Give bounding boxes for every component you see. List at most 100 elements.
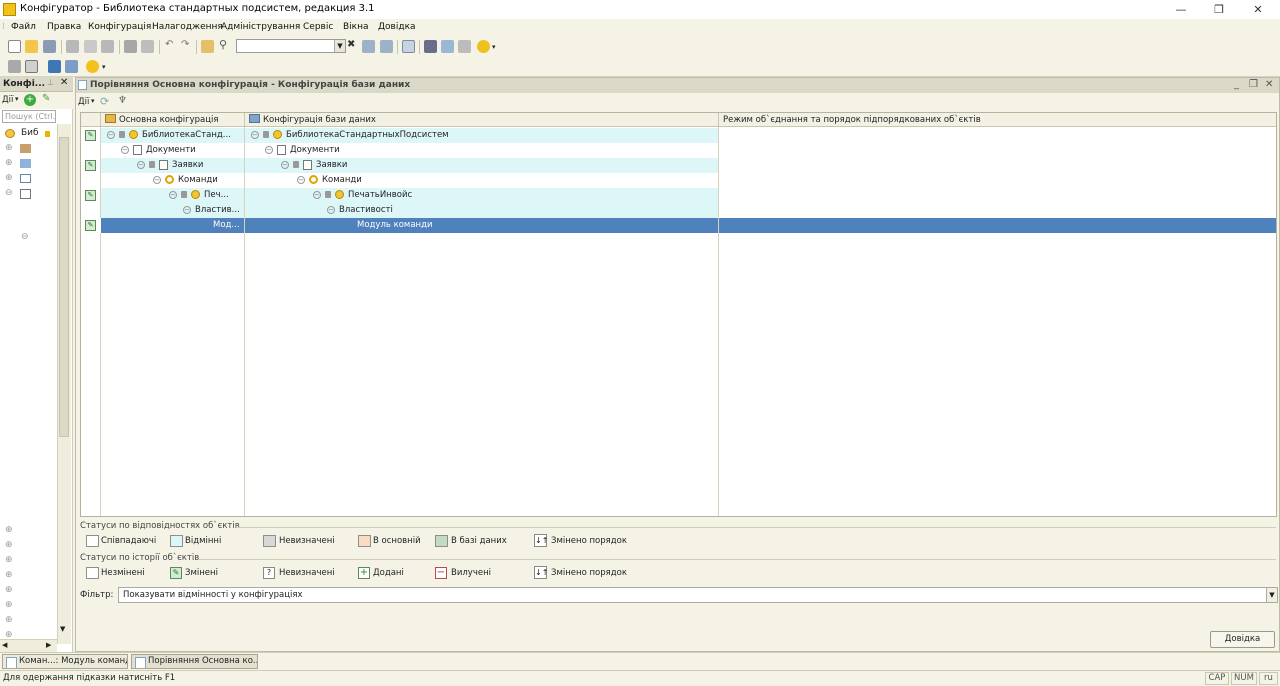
table-row[interactable]: − Властив... − Властивості xyxy=(81,203,1276,218)
save-icon[interactable] xyxy=(43,40,56,53)
chevron-down-icon[interactable]: ▾ xyxy=(102,63,106,71)
menu-debug[interactable]: Налагодження xyxy=(152,22,223,32)
undo-icon[interactable]: ↶ xyxy=(165,39,173,50)
chevron-down-icon[interactable]: ▼ xyxy=(1266,588,1277,602)
expand-icon[interactable]: ⊕ xyxy=(5,143,13,153)
collapse-icon[interactable]: − xyxy=(327,205,335,214)
scroll-left-icon[interactable]: ◀ xyxy=(2,641,7,649)
collapse-icon[interactable]: − xyxy=(107,130,115,139)
syntax-helper-icon[interactable] xyxy=(441,40,454,53)
pin-icon[interactable]: ⊥ xyxy=(47,78,54,87)
menu-edit[interactable]: Правка xyxy=(47,22,81,32)
minimize-button[interactable]: — xyxy=(1163,0,1199,19)
expand-icon[interactable]: ⊕ xyxy=(5,525,13,535)
table-icon[interactable] xyxy=(65,60,78,73)
collapse-icon[interactable]: − xyxy=(281,160,289,169)
chevron-down-icon[interactable]: ▾ xyxy=(15,95,19,103)
expand-icon[interactable]: ⊕ xyxy=(5,540,13,550)
tools-icon[interactable] xyxy=(424,40,437,53)
scrollbar-thumb[interactable] xyxy=(59,137,69,437)
expand-icon[interactable]: ⊕ xyxy=(5,158,13,168)
minimize-icon[interactable]: _ xyxy=(1234,79,1239,90)
help-button[interactable]: Довідка xyxy=(1210,631,1275,648)
menu-administration[interactable]: Адміністрування xyxy=(221,22,300,32)
menu-windows[interactable]: Вікна xyxy=(343,22,369,32)
close-icon[interactable]: ✕ xyxy=(1265,79,1273,90)
panel-actions-button[interactable]: Дії xyxy=(2,95,13,105)
filter-select[interactable]: Показувати відмінності у конфігураціях xyxy=(118,587,1278,603)
database-icon[interactable] xyxy=(48,60,61,73)
table-row-selected[interactable]: ✎ Мод... Модуль команди xyxy=(81,218,1276,233)
restore-icon[interactable]: ❐ xyxy=(1249,79,1258,90)
table-row[interactable]: − Команди − Команди xyxy=(81,173,1276,188)
collapse-icon[interactable]: − xyxy=(137,160,145,169)
close-icon[interactable]: ✕ xyxy=(60,77,68,88)
actions-button[interactable]: Дії xyxy=(78,97,89,107)
table-row[interactable]: − Документи − Документи xyxy=(81,143,1276,158)
column-header-merge-mode[interactable]: Режим об`єднання та порядок підпорядкова… xyxy=(719,113,1276,127)
module-icon[interactable] xyxy=(25,60,38,73)
collapse-icon[interactable]: − xyxy=(153,175,161,184)
search-input[interactable]: ▼ xyxy=(236,39,346,53)
panel-horizontal-scrollbar[interactable]: ◀ ▶ xyxy=(0,639,57,652)
restore-button[interactable]: ❐ xyxy=(1201,0,1237,19)
add-icon[interactable]: + xyxy=(24,94,36,106)
copy-icon[interactable] xyxy=(84,40,97,53)
collapse-icon[interactable]: − xyxy=(251,130,259,139)
menu-service[interactable]: Сервіс xyxy=(303,22,333,32)
table-row[interactable]: ✎ − Печ... − ПечатьИнвойс xyxy=(81,188,1276,203)
column-header-main[interactable]: Основна конфігурація xyxy=(101,113,245,127)
info-icon[interactable] xyxy=(477,40,490,53)
chevron-down-icon[interactable]: ▾ xyxy=(91,97,95,105)
table-row[interactable]: ✎ − Заявки − Заявки xyxy=(81,158,1276,173)
print-preview-icon[interactable] xyxy=(141,40,154,53)
print-icon[interactable] xyxy=(124,40,137,53)
collapse-icon[interactable]: − xyxy=(313,190,321,199)
expand-icon[interactable]: ⊕ xyxy=(5,570,13,580)
clear-search-icon[interactable]: ✖ xyxy=(347,39,355,50)
tree-root-item[interactable]: Биб xyxy=(21,128,39,138)
menu-configuration[interactable]: Конфігурація xyxy=(88,22,151,32)
collapse-icon[interactable]: − xyxy=(297,175,305,184)
collapse-icon[interactable]: − xyxy=(121,145,129,154)
redo-icon[interactable]: ↷ xyxy=(181,39,189,50)
settings-icon[interactable]: ♆ xyxy=(118,95,127,106)
chevron-down-icon[interactable]: ▾ xyxy=(492,43,496,51)
collapse-icon[interactable]: − xyxy=(169,190,177,199)
collapse-icon[interactable]: − xyxy=(265,145,273,154)
run-icon[interactable] xyxy=(86,60,99,73)
menu-help[interactable]: Довідка xyxy=(378,22,416,32)
window-list-icon[interactable] xyxy=(402,40,415,53)
scroll-down-icon[interactable]: ▼ xyxy=(60,625,65,633)
new-icon[interactable] xyxy=(8,40,21,53)
language-indicator[interactable]: ru xyxy=(1259,672,1278,685)
collapse-icon[interactable]: − xyxy=(183,205,191,214)
expand-icon[interactable]: ⊕ xyxy=(5,585,13,595)
taskbar-item-command-module[interactable]: Коман...: Модуль команди xyxy=(2,654,128,669)
collapse-icon[interactable]: ⊖ xyxy=(21,232,29,242)
panel-search-input[interactable]: Пошук (Ctrl... xyxy=(2,110,56,123)
expand-icon[interactable]: ⊕ xyxy=(5,615,13,625)
cut-icon[interactable] xyxy=(66,40,79,53)
find-next-icon[interactable] xyxy=(362,40,375,53)
refresh-icon[interactable]: ⟳ xyxy=(100,95,109,108)
expand-icon[interactable]: ⊕ xyxy=(5,173,13,183)
expand-icon[interactable]: ⊕ xyxy=(5,555,13,565)
collapse-icon[interactable]: ⊖ xyxy=(5,188,13,198)
paste-icon[interactable] xyxy=(101,40,114,53)
column-header-database[interactable]: Конфігурація бази даних xyxy=(245,113,719,127)
table-row[interactable]: ✎ − БиблиотекаСтанд... − БиблиотекаСтандар… xyxy=(81,128,1276,143)
menu-file[interactable]: Файл xyxy=(11,22,36,32)
edit-icon[interactable]: ✎ xyxy=(42,93,50,104)
search-icon[interactable]: ⚲ xyxy=(219,38,227,51)
book-icon[interactable] xyxy=(458,40,471,53)
find-prev-icon[interactable] xyxy=(380,40,393,53)
close-button[interactable]: ✕ xyxy=(1240,0,1276,19)
taskbar-item-comparison[interactable]: Порівняння Основна ко... xyxy=(131,654,258,669)
config-icon[interactable] xyxy=(8,60,21,73)
scroll-right-icon[interactable]: ▶ xyxy=(46,641,51,649)
open-icon[interactable] xyxy=(25,40,38,53)
expand-icon[interactable]: ⊕ xyxy=(5,600,13,610)
chevron-down-icon[interactable]: ▼ xyxy=(334,40,345,52)
find-in-tree-icon[interactable] xyxy=(201,40,214,53)
